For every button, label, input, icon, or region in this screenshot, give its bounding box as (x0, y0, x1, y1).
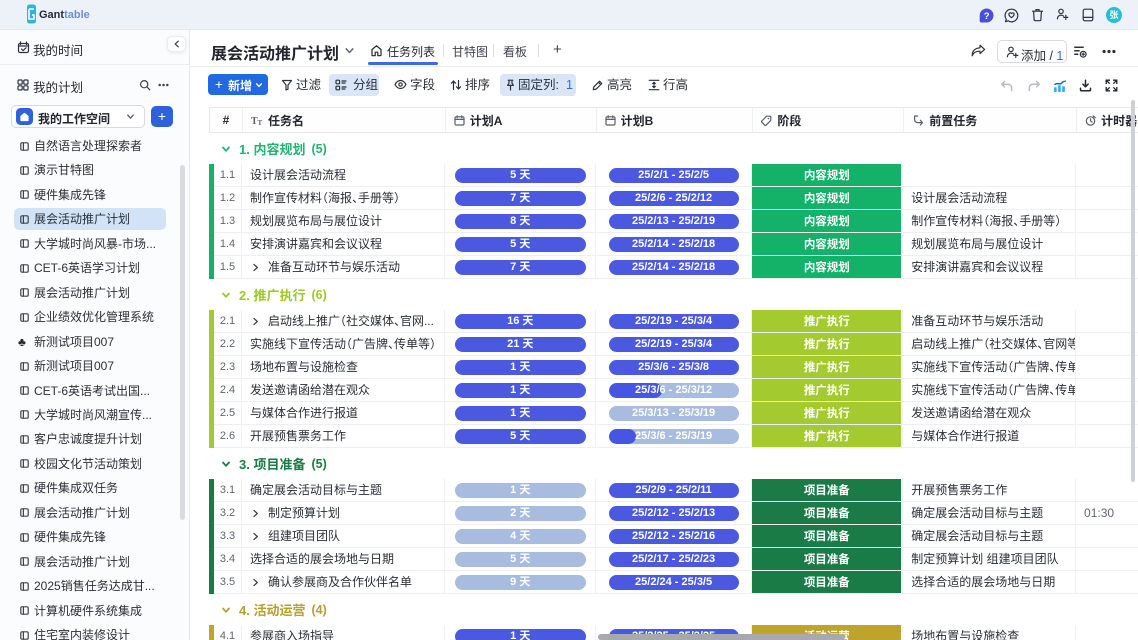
svg-text:T: T (257, 119, 262, 126)
svg-text:?: ? (984, 10, 990, 21)
